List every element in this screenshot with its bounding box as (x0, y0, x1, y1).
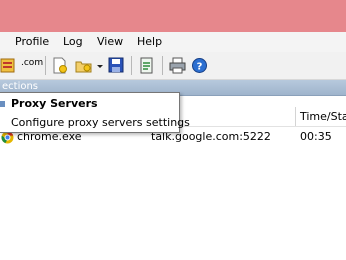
menu-bar: Profile Log View Help (0, 32, 346, 52)
export-icon[interactable] (138, 57, 155, 74)
new-profile-icon[interactable] (51, 57, 68, 74)
column-header-time[interactable]: Time/Stat (300, 110, 346, 123)
toolbar-separator (131, 56, 132, 75)
proxy-servers-tooltip: Proxy Servers Configure proxy servers se… (0, 92, 190, 133)
column-divider[interactable] (295, 107, 296, 126)
menu-profile[interactable]: Profile (15, 35, 49, 48)
help-icon[interactable]: ? (191, 57, 208, 74)
chevron-down-icon[interactable] (97, 65, 103, 68)
toolbar-separator (162, 56, 163, 75)
save-profile-icon[interactable] (108, 57, 125, 74)
section-title: ections (2, 81, 39, 92)
tooltip-title: Proxy Servers (11, 97, 98, 110)
time-status: 00:35 (300, 130, 332, 143)
svg-text:?: ? (197, 62, 203, 73)
title-bar[interactable] (0, 0, 346, 32)
tooltip-icon (0, 101, 5, 107)
rules-icon[interactable] (0, 57, 17, 74)
tooltip-description: Configure proxy servers settings (11, 116, 190, 129)
toolbar-separator (45, 56, 46, 75)
toolbar: .com ? (0, 52, 346, 80)
open-profile-icon[interactable] (75, 57, 92, 74)
menu-log[interactable]: Log (63, 35, 83, 48)
dns-icon[interactable]: .com (21, 58, 43, 75)
print-icon[interactable] (169, 57, 186, 74)
menu-view[interactable]: View (97, 35, 123, 48)
menu-help[interactable]: Help (137, 35, 162, 48)
